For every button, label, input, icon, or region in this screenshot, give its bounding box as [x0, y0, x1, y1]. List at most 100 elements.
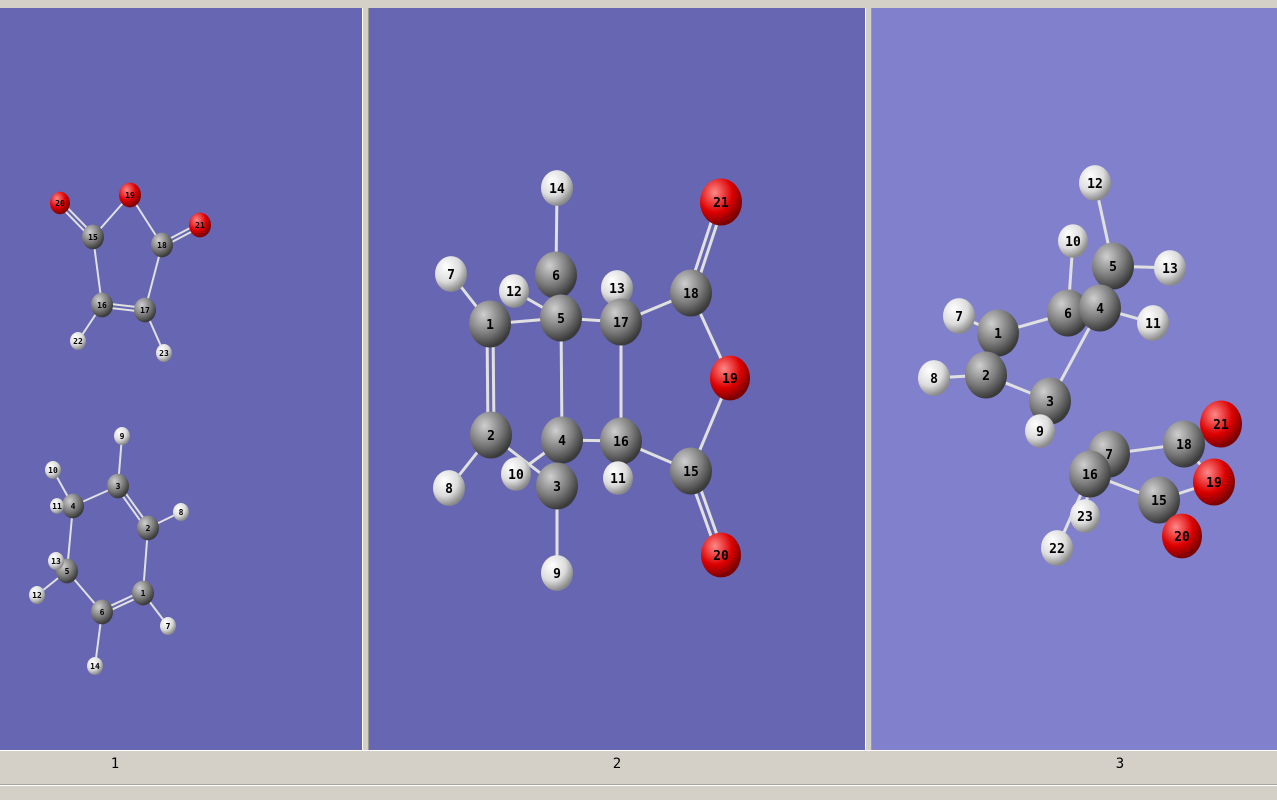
atom-hydrogen[interactable]: 23: [1070, 499, 1100, 533]
atom-label: 20: [55, 199, 65, 208]
atom-carbon[interactable]: 16: [600, 417, 642, 465]
molecule-view-1[interactable]: 20 19 21 15 18 16 17 22 23 1 2 3 4 5 6 7 8 9 10 11 12 13 14: [0, 8, 362, 750]
atom-label: 3: [116, 482, 121, 491]
atom-label: 6: [100, 608, 105, 617]
atom-label: 9: [553, 567, 561, 582]
atom-label: 2: [982, 369, 990, 384]
atom-label: 11: [52, 502, 62, 511]
atom-label: 8: [179, 508, 184, 517]
atom-carbon[interactable]: 16: [1069, 450, 1111, 498]
view-splitter[interactable]: [865, 8, 872, 750]
molecule-view-3[interactable]: 12 10 5 13 7 1 6 4 11 8 2 3 9 21 18 7 16 19 15 23 20 22: [872, 8, 1277, 750]
atom-label: 7: [447, 268, 455, 283]
atom-hydrogen[interactable]: 14: [541, 170, 573, 206]
divider: [0, 785, 1277, 786]
atom-carbon[interactable]: 6: [535, 251, 577, 299]
atom-oxygen[interactable]: 19: [1193, 458, 1235, 506]
atom-carbon[interactable]: 4: [1079, 284, 1121, 332]
atom-hydrogen[interactable]: 8: [918, 360, 950, 396]
atom-carbon[interactable]: 2: [470, 411, 512, 459]
molecule-canvas-3[interactable]: 12105 13716 4118 239 21187161915232022: [872, 8, 1277, 750]
atom-label: 5: [1109, 260, 1117, 275]
atom-label: 1: [486, 318, 494, 333]
atom-carbon[interactable]: 1: [469, 300, 511, 348]
atom-hydrogen[interactable]: 7: [435, 256, 467, 292]
atom-carbon[interactable]: 6: [91, 599, 113, 625]
atom-hydrogen[interactable]: 13: [1154, 250, 1186, 286]
atom-label: 18: [683, 287, 699, 302]
atom-carbon[interactable]: 18: [151, 232, 173, 258]
atom-hydrogen[interactable]: 22: [70, 332, 86, 350]
atom-hydrogen[interactable]: 9: [1025, 414, 1055, 448]
atom-oxygen[interactable]: 19: [710, 355, 750, 401]
atom-label: 16: [97, 301, 107, 310]
atom-carbon[interactable]: 4: [62, 493, 84, 519]
atom-oxygen[interactable]: 20: [1162, 513, 1202, 559]
atom-label: 22: [1049, 542, 1065, 557]
atom-hydrogen[interactable]: 11: [603, 461, 633, 495]
atom-oxygen[interactable]: 20: [701, 532, 741, 578]
atom-oxygen[interactable]: 20: [50, 191, 70, 215]
view-label-2: 2: [612, 756, 622, 772]
atom-hydrogen[interactable]: 7: [160, 617, 176, 635]
atom-hydrogen[interactable]: 22: [1041, 530, 1073, 566]
atom-carbon[interactable]: 2: [965, 351, 1007, 399]
atom-hydrogen[interactable]: 11: [50, 498, 64, 514]
atom-carbon[interactable]: 15: [82, 224, 104, 250]
atom-label: 3: [553, 480, 561, 495]
atom-hydrogen[interactable]: 8: [173, 503, 189, 521]
atom-carbon[interactable]: 18: [670, 269, 712, 317]
atom-label: 18: [157, 241, 167, 250]
atom-carbon[interactable]: 5: [540, 294, 582, 342]
view-splitter[interactable]: [362, 8, 369, 750]
atom-hydrogen[interactable]: 12: [1079, 165, 1111, 201]
atom-hydrogen[interactable]: 9: [541, 555, 573, 591]
atom-label: 6: [1064, 307, 1072, 322]
atom-oxygen[interactable]: 19: [119, 182, 141, 208]
atom-label: 13: [51, 557, 61, 566]
atom-label: 2: [146, 524, 151, 533]
atom-hydrogen[interactable]: 23: [156, 344, 172, 362]
atom-label: 19: [125, 191, 135, 200]
atom-hydrogen[interactable]: 11: [1137, 305, 1169, 341]
molecule-canvas-1[interactable]: 2019211518161722231234567891011121314: [0, 8, 362, 750]
view-label-3: 3: [1115, 756, 1125, 772]
atom-hydrogen[interactable]: 10: [45, 461, 61, 479]
atom-label: 3: [1046, 395, 1054, 410]
atom-carbon[interactable]: 5: [1092, 242, 1134, 290]
atom-carbon[interactable]: 1: [132, 580, 154, 606]
atom-carbon[interactable]: 15: [670, 447, 712, 495]
molecule-canvas-2[interactable]: 147126131 5 171821192 4 1615103118209: [369, 8, 865, 750]
atom-carbon[interactable]: 4: [541, 416, 583, 464]
atom-hydrogen[interactable]: 10: [1058, 224, 1088, 258]
atom-hydrogen[interactable]: 7: [943, 298, 975, 334]
atom-hydrogen[interactable]: 13: [48, 552, 64, 570]
atom-carbon[interactable]: 1: [977, 309, 1019, 357]
atom-hydrogen[interactable]: 12: [499, 274, 529, 308]
atom-label: 19: [722, 372, 738, 387]
atom-carbon[interactable]: 17: [134, 297, 156, 323]
atom-carbon[interactable]: 3: [107, 473, 129, 499]
atom-carbon[interactable]: 16: [91, 292, 113, 318]
atom-carbon[interactable]: 17: [600, 298, 642, 346]
atom-hydrogen[interactable]: 9: [114, 427, 130, 445]
atom-carbon[interactable]: 3: [536, 462, 578, 510]
atom-hydrogen[interactable]: 8: [433, 470, 465, 506]
atom-label: 12: [1087, 177, 1103, 192]
atom-carbon[interactable]: 18: [1163, 420, 1205, 468]
atom-label: 1: [994, 327, 1002, 342]
molecule-view-2[interactable]: 14 7 12 6 13 1 5 17 18 21 19 2 4 16 15 10 3 11 8 20 9: [369, 8, 865, 750]
atom-hydrogen[interactable]: 14: [87, 657, 103, 675]
atom-oxygen[interactable]: 21: [1200, 400, 1242, 448]
atom-hydrogen[interactable]: 12: [29, 586, 45, 604]
atom-label: 10: [48, 466, 58, 475]
atom-label: 7: [166, 622, 171, 631]
view-label-1: 1: [110, 756, 120, 772]
atom-label: 6: [552, 269, 560, 284]
atom-label: 9: [120, 432, 125, 441]
atom-oxygen[interactable]: 21: [189, 212, 211, 238]
atom-hydrogen[interactable]: 10: [501, 457, 531, 491]
atom-oxygen[interactable]: 21: [700, 178, 742, 226]
atom-carbon[interactable]: 2: [137, 515, 159, 541]
atom-label: 11: [610, 472, 626, 487]
